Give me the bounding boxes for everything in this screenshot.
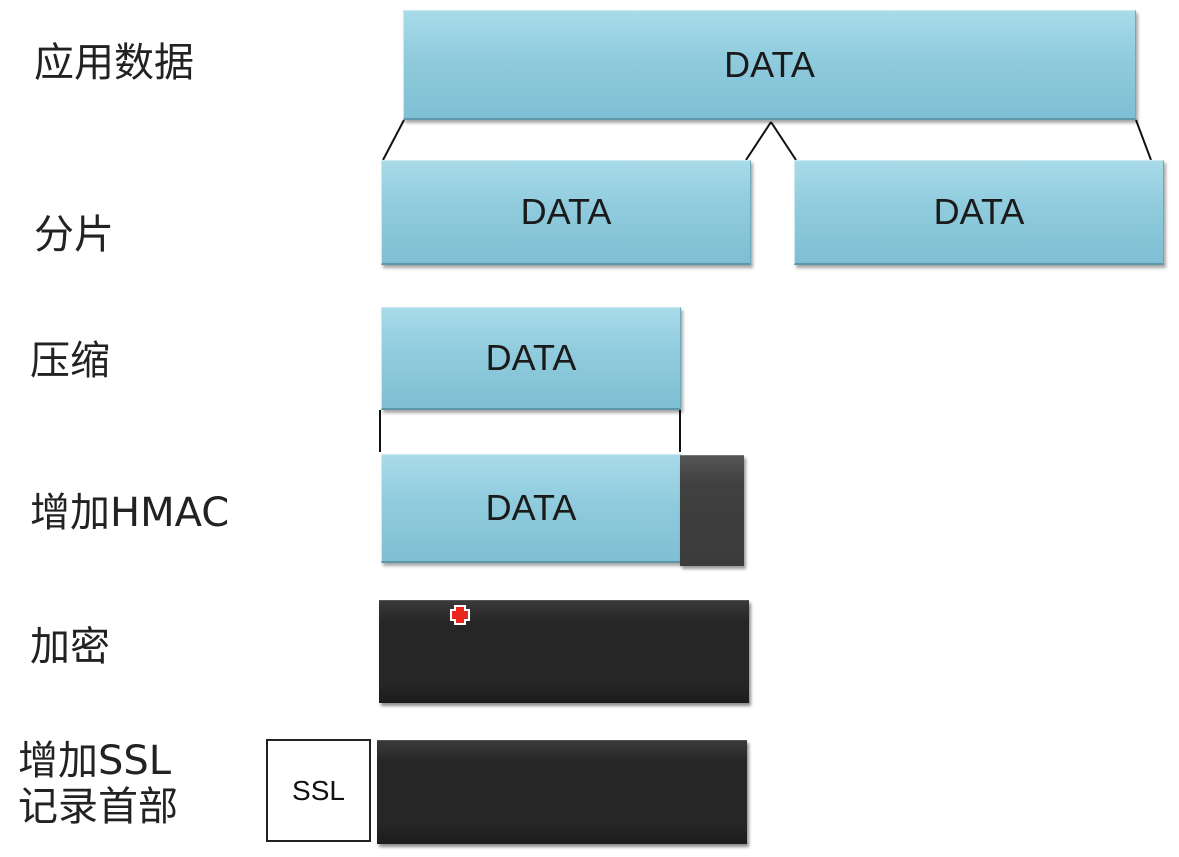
- compressed-block: DATA: [381, 307, 681, 410]
- hmac-block: [680, 455, 744, 566]
- ssl-payload-block: [377, 740, 747, 844]
- cursor-pointer-icon: [450, 605, 470, 625]
- fragment-left-block: DATA: [381, 160, 751, 265]
- app-data-block: DATA: [403, 10, 1136, 120]
- connector-app-to-fragment-right: [1135, 119, 1152, 161]
- connector-app-to-fragment-left: [382, 119, 405, 161]
- connector-lines: [379, 119, 1152, 452]
- ssl-record-protocol-diagram: 应用数据 分片 压缩 增加HMAC 加密 增加SSL 记录首部 DATA DAT…: [0, 0, 1179, 857]
- connector-split-left: [745, 121, 772, 161]
- hmac-data-block: DATA: [381, 454, 681, 563]
- encrypted-block: [379, 600, 749, 703]
- fragment-right-block: DATA: [794, 160, 1164, 265]
- connector-split-right: [770, 121, 797, 161]
- ssl-header-block: SSL: [266, 739, 371, 842]
